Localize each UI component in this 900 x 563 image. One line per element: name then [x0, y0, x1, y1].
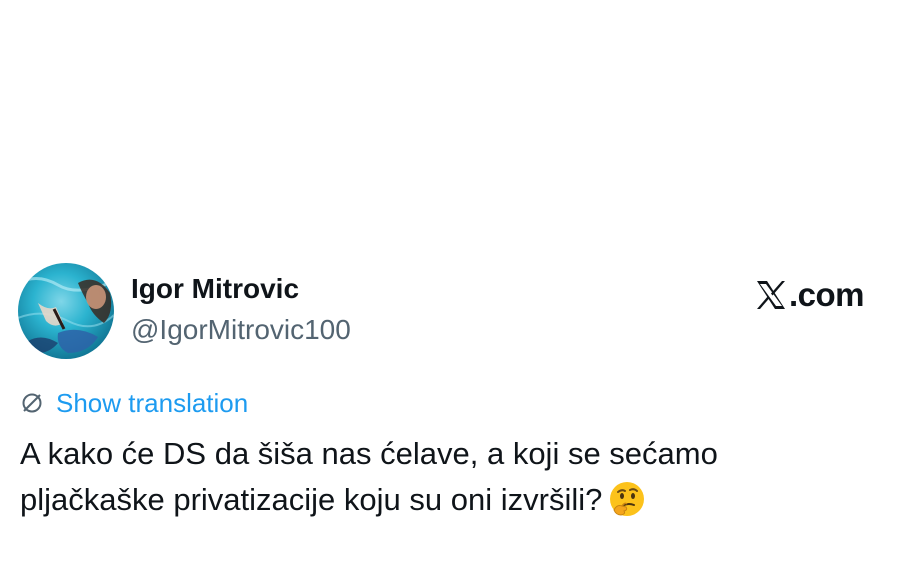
tweet-card: Igor Mitrovic @IgorMitrovic100 .com Show… — [0, 0, 900, 563]
tweet-text: A kako će DS da šiša nas ćelave, a koji … — [20, 431, 880, 523]
globe-icon — [20, 391, 44, 415]
avatar[interactable] — [18, 263, 114, 359]
brand-x-com: .com — [755, 276, 865, 314]
tweet-line: pljačkaške privatizacije koju su oni izv… — [20, 482, 603, 517]
x-logo-icon — [755, 279, 787, 311]
author-handle[interactable]: @IgorMitrovic100 — [131, 313, 351, 347]
show-translation-label[interactable]: Show translation — [56, 387, 248, 419]
brand-label: .com — [788, 276, 865, 313]
author-display-name[interactable]: Igor Mitrovic — [131, 272, 299, 306]
tweet-line-with-emoji: pljačkaške privatizacije koju su oni izv… — [20, 477, 880, 523]
tweet-line: A kako će DS da šiša nas ćelave, a koji … — [20, 436, 718, 471]
show-translation-link[interactable]: Show translation — [20, 387, 248, 419]
thinking-face-emoji-icon — [608, 480, 646, 518]
